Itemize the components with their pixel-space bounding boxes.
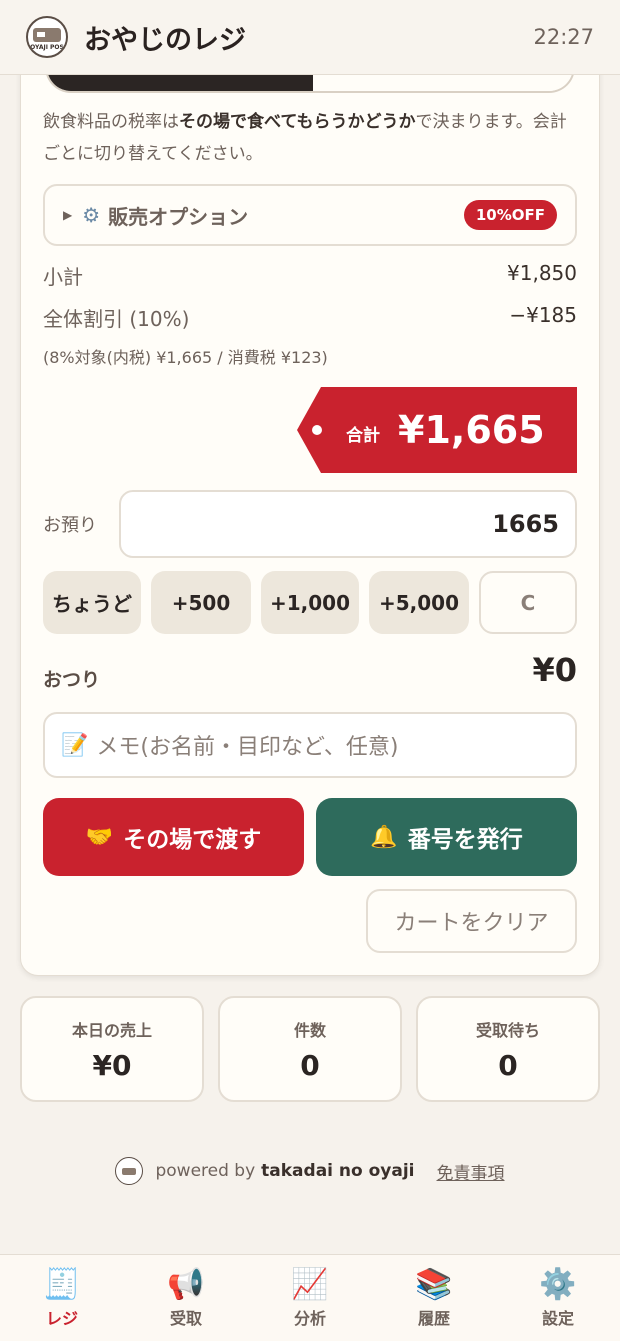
deposit-input[interactable]: 1665 [119,490,577,558]
stat-waiting: 受取待ち 0 [416,996,600,1102]
memo-input[interactable]: 📝 メモ(お名前・目印など、任意) [43,712,577,778]
chart-icon: 📈 [291,1267,329,1302]
clock: 22:27 [533,25,594,49]
subtotal-label: 小計 [43,265,83,289]
receipt-icon: 🧾 [43,1267,81,1302]
add-1000-button[interactable]: +1,000 [261,571,359,634]
footer-logo [115,1157,144,1185]
expand-triangle-icon: ▶ [63,208,73,222]
logo-text: OYAJI POS [30,43,64,51]
discount-value: −¥185 [509,303,577,327]
sales-options-toggle[interactable]: ▶ ⚙ 販売オプション 10%OFF [43,184,577,246]
bell-icon: 🔔 [370,824,398,850]
issue-number-label: 番号を発行 [407,827,523,853]
brand-name: takadai no oyaji [261,1161,415,1181]
discount-row: 全体割引 (10%) −¥185 [43,303,577,332]
tab-label: レジ [45,1309,78,1328]
megaphone-icon: 📢 [167,1267,205,1302]
tax-note-emphasis: その場で食べてもらうかどうか [179,112,416,132]
clear-deposit-button[interactable]: C [479,571,577,634]
subtotal-value: ¥1,850 [507,261,577,285]
bottom-tab-bar: 🧾 レジ 📢 受取 📈 分析 📚 履歴 ⚙️ 設定 [0,1254,620,1341]
tab-label: 受取 [169,1309,202,1328]
tab-history[interactable]: 📚 履歴 [372,1255,496,1341]
total-label: 合計 [346,425,380,446]
tab-analytics[interactable]: 📈 分析 [248,1255,372,1341]
gear-icon: ⚙ [82,203,101,227]
tab-pickup[interactable]: 📢 受取 [124,1255,248,1341]
disclaimer-link[interactable]: 免責事項 [437,1159,505,1184]
clear-cart-button[interactable]: カートをクリア [366,889,577,953]
handshake-icon: 🤝 [85,824,114,850]
add-500-button[interactable]: +500 [151,571,251,634]
powered-by-text: powered by [155,1161,256,1181]
truck-icon [33,27,61,42]
stat-label: 件数 [293,1020,326,1040]
hand-over-label: その場で渡す [123,827,262,853]
tax-note: 飲食料品の税率はその場で食べてもらうかどうかで決まります。会計ごとに切り替えてく… [43,106,577,170]
total-banner: 合計 ¥1,665 [297,387,577,473]
hand-over-button[interactable]: 🤝 その場で渡す [43,798,304,876]
memo-placeholder: メモ(お名前・目印など、任意) [96,735,399,760]
total-value: ¥1,665 [398,408,545,452]
dot-icon [312,425,322,435]
tax-breakdown: (8%対象(内税) ¥1,665 / 消費税 ¥123) [43,348,328,367]
memo-icon: 📝 [61,732,89,758]
footer: powered by takadai no oyaji 免責事項 [0,1154,620,1188]
issue-number-button[interactable]: 🔔 番号を発行 [316,798,577,876]
tab-label: 分析 [293,1309,326,1328]
stat-sales-today: 本日の売上 ¥0 [20,996,204,1102]
discount-label: 全体割引 (10%) [43,307,190,331]
stat-label: 本日の売上 [71,1020,152,1040]
tab-settings[interactable]: ⚙️ 設定 [496,1255,620,1341]
tax-note-prefix: 飲食料品の税率は [43,112,179,132]
discount-badge: 10%OFF [463,200,557,230]
subtotal-row: 小計 ¥1,850 [43,261,577,290]
tab-label: 履歴 [417,1309,450,1328]
exact-amount-button[interactable]: ちょうど [43,571,141,634]
change-label: おつり [43,669,101,691]
change-value: ¥0 [532,651,577,689]
app-logo: OYAJI POS [26,16,68,58]
stat-value: 0 [300,1048,320,1082]
sales-options-label: 販売オプション [108,204,249,229]
register-card: 飲食料品の税率はその場で食べてもらうかどうかで決まります。会計ごとに切り替えてく… [20,40,600,976]
stat-label: 受取待ち [475,1020,540,1040]
deposit-label: お預り [43,515,97,536]
gear-icon: ⚙️ [539,1267,577,1302]
tab-label: 設定 [541,1309,574,1328]
books-icon: 📚 [415,1267,453,1302]
app-header: OYAJI POS おやじのレジ 22:27 [0,0,620,75]
app-title: おやじのレジ [84,24,246,56]
stat-count: 件数 0 [218,996,402,1102]
add-5000-button[interactable]: +5,000 [369,571,469,634]
tab-register[interactable]: 🧾 レジ [0,1255,124,1341]
stat-value: 0 [498,1048,518,1082]
stat-value: ¥0 [92,1048,132,1082]
